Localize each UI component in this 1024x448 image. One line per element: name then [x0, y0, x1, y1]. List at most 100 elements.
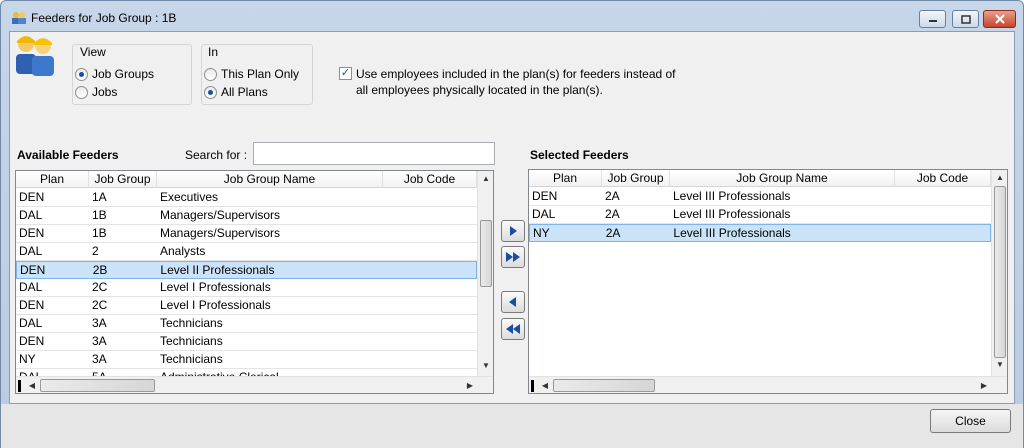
column-header-job-group[interactable]: Job Group: [89, 171, 157, 188]
scroll-down-icon[interactable]: ▼: [992, 360, 1007, 369]
cell-name: Managers/Supervisors: [160, 208, 281, 222]
horizontal-scrollbar[interactable]: ◀ ▶: [16, 376, 493, 393]
scrollbar-thumb[interactable]: [40, 379, 155, 392]
move-all-right-button[interactable]: [501, 246, 525, 268]
radio-button[interactable]: [204, 67, 217, 81]
scroll-up-icon[interactable]: ▲: [992, 173, 1007, 182]
cell-name: Managers/Supervisors: [160, 226, 281, 240]
table-row[interactable]: DEN 2C Level I Professionals: [16, 297, 477, 315]
arrow-left-icon: [509, 297, 516, 307]
cell-plan: DAL: [19, 208, 43, 222]
cell-code: [383, 207, 477, 224]
window-close-button[interactable]: [983, 10, 1016, 28]
cell-job-group: 3A: [92, 316, 107, 330]
cell-code: [382, 262, 476, 279]
table-row[interactable]: DEN 2A Level III Professionals: [529, 188, 991, 206]
table-row[interactable]: DAL 2 Analysts: [16, 243, 477, 261]
cell-code: [383, 333, 477, 350]
cell-name: Level I Professionals: [160, 298, 271, 312]
column-header-job-code[interactable]: Job Code: [383, 171, 477, 188]
cell-name: Level III Professionals: [673, 189, 791, 203]
column-header-job-group-name[interactable]: Job Group Name: [670, 170, 895, 187]
use-employees-label-line1: Use employees included in the plan(s) fo…: [356, 67, 676, 81]
cell-job-group: 3A: [92, 334, 107, 348]
cell-job-group: 2B: [92, 263, 108, 277]
table-row[interactable]: DEN 1A Executives: [16, 189, 477, 207]
table-row[interactable]: NY 2A Level III Professionals: [529, 224, 991, 242]
column-header-plan[interactable]: Plan: [529, 170, 602, 187]
vertical-scrollbar[interactable]: ▲ ▼: [991, 170, 1007, 376]
search-input[interactable]: [253, 142, 495, 165]
cell-job-group: 3A: [92, 352, 107, 366]
column-header-job-group-name[interactable]: Job Group Name: [157, 171, 383, 188]
cell-plan: DEN: [19, 226, 45, 240]
column-header-job-group[interactable]: Job Group: [602, 170, 670, 187]
table-row[interactable]: NY 3A Technicians: [16, 351, 477, 369]
move-one-left-button[interactable]: [501, 291, 525, 313]
vertical-scrollbar[interactable]: ▲ ▼: [477, 171, 493, 377]
column-header-job-code[interactable]: Job Code: [895, 170, 991, 187]
radio-button-selected[interactable]: [204, 85, 217, 99]
cell-code: [383, 351, 477, 368]
cell-code: [383, 297, 477, 314]
cell-code: [383, 243, 477, 260]
dialog-footer: [1, 404, 1023, 448]
scrollbar-thumb[interactable]: [994, 186, 1006, 358]
table-row[interactable]: DEN 2B Level II Professionals: [16, 261, 477, 279]
radio-jobs[interactable]: Jobs: [75, 85, 117, 99]
table-row[interactable]: DEN 1B Managers/Supervisors: [16, 225, 477, 243]
cell-job-group: 2: [92, 244, 99, 258]
scrollbar-thumb[interactable]: [553, 379, 655, 392]
table-row[interactable]: DAL 2C Level I Professionals: [16, 279, 477, 297]
radio-label: All Plans: [221, 85, 268, 99]
radio-label: This Plan Only: [221, 67, 300, 81]
table-row[interactable]: DEN 3A Technicians: [16, 333, 477, 351]
cell-code: [383, 279, 477, 296]
people-icon: [16, 36, 54, 76]
cell-name: Technicians: [160, 316, 223, 330]
radio-button-selected[interactable]: [75, 67, 88, 81]
scroll-left-icon[interactable]: ◀: [537, 381, 553, 390]
radio-this-plan-only[interactable]: This Plan Only: [204, 67, 299, 81]
table-row[interactable]: DAL 3A Technicians: [16, 315, 477, 333]
scroll-up-icon[interactable]: ▲: [478, 174, 493, 183]
horizontal-scrollbar[interactable]: ◀ ▶: [529, 376, 1007, 393]
scrollbar-thumb[interactable]: [480, 220, 492, 287]
cell-code: [383, 225, 477, 242]
view-group-label: View: [80, 45, 106, 59]
double-arrow-left-icon: [506, 324, 520, 334]
table-row[interactable]: DAL 2A Level III Professionals: [529, 206, 991, 224]
cell-plan: DAL: [19, 316, 43, 330]
minimize-icon: [928, 20, 937, 22]
cell-name: Technicians: [160, 334, 223, 348]
available-feeders-title: Available Feeders: [17, 148, 119, 162]
close-button[interactable]: Close: [930, 409, 1011, 433]
move-all-left-button[interactable]: [501, 318, 525, 340]
selected-feeders-table: Plan Job Group Job Group Name Job Code D…: [528, 169, 1008, 394]
radio-job-groups[interactable]: Job Groups: [75, 67, 154, 81]
cell-plan: DAL: [19, 280, 43, 294]
use-employees-checkbox[interactable]: ✓: [339, 67, 352, 80]
table-row[interactable]: DAL 1B Managers/Supervisors: [16, 207, 477, 225]
scroll-right-icon[interactable]: ▶: [976, 381, 992, 390]
cell-plan: NY: [19, 352, 36, 366]
radio-button[interactable]: [75, 85, 88, 99]
column-header-plan[interactable]: Plan: [16, 171, 89, 188]
window-title: Feeders for Job Group : 1B: [31, 11, 177, 25]
move-one-right-button[interactable]: [501, 220, 525, 242]
arrow-right-icon: [510, 226, 517, 236]
scroll-right-icon[interactable]: ▶: [462, 381, 478, 390]
minimize-button[interactable]: [919, 10, 946, 28]
title-bar: Feeders for Job Group : 1B: [1, 1, 1023, 35]
search-label: Search for :: [185, 148, 248, 162]
scroll-left-icon[interactable]: ◀: [24, 381, 40, 390]
maximize-button[interactable]: [952, 10, 979, 28]
people-icon: [12, 12, 26, 24]
dialog-window: Feeders for Job Group : 1B View Job Grou…: [0, 0, 1024, 448]
cell-plan: DEN: [19, 190, 45, 204]
scroll-down-icon[interactable]: ▼: [478, 361, 493, 370]
cell-job-group: 1A: [92, 190, 107, 204]
radio-all-plans[interactable]: All Plans: [204, 85, 268, 99]
cell-job-group: 2A: [605, 226, 621, 240]
cell-code: [895, 188, 991, 205]
